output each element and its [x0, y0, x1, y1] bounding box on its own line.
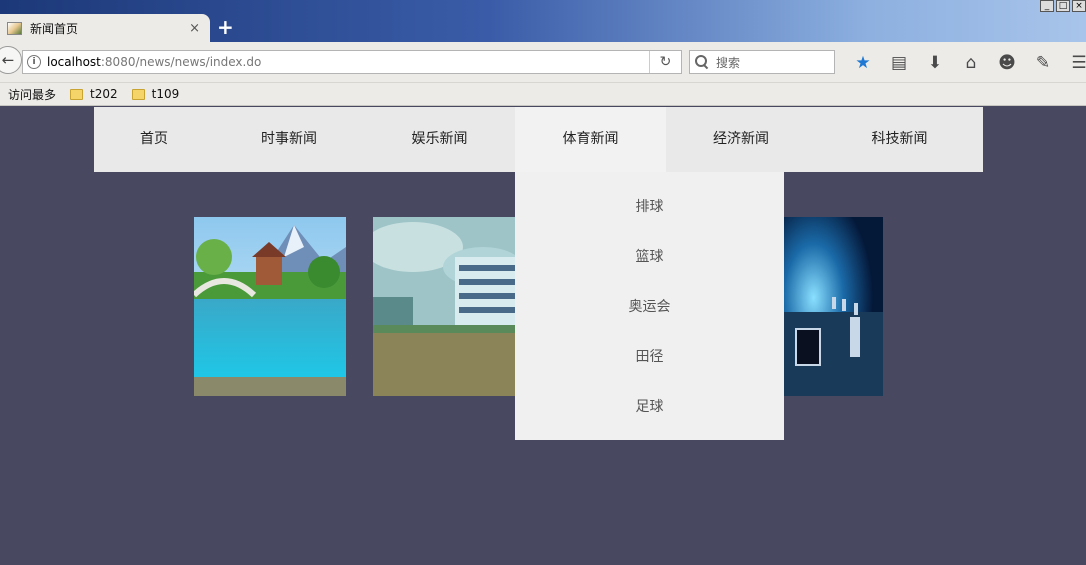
url-path: :8080/news/news/index.do — [100, 55, 262, 69]
emoji-icon[interactable]: ☻ — [989, 52, 1025, 74]
bookmark-most-visited[interactable]: 访问最多 — [8, 86, 56, 103]
sports-submenu: 排球 篮球 奥运会 田径 足球 — [515, 172, 784, 440]
page-favicon-icon — [7, 21, 22, 35]
title-bar: 新闻首页 × + _ □ × — [0, 0, 1086, 42]
search-bar[interactable]: 搜索 — [689, 50, 835, 74]
nav-sports[interactable]: 体育新闻 — [515, 107, 666, 172]
nav-entertainment[interactable]: 娱乐新闻 — [364, 107, 515, 172]
bookmark-label: t109 — [151, 87, 180, 101]
download-icon[interactable]: ⬇ — [917, 52, 953, 74]
bookmark-folder-t202[interactable]: t202 — [70, 87, 118, 101]
submenu-athletics[interactable]: 田径 — [515, 332, 784, 382]
nav-economy[interactable]: 经济新闻 — [666, 107, 816, 172]
bookmark-folder-t109[interactable]: t109 — [131, 87, 180, 101]
url-text[interactable]: localhost:8080/news/news/index.do — [47, 55, 649, 69]
back-arrow-icon: ← — [1, 51, 15, 69]
tab-title: 新闻首页 — [30, 21, 79, 36]
nav-home[interactable]: 首页 — [94, 107, 214, 172]
main-nav-menu: 首页 时事新闻 娱乐新闻 体育新闻 经济新闻 科技新闻 — [94, 107, 983, 172]
url-host: localhost — [47, 55, 101, 69]
url-bar[interactable]: i localhost:8080/news/news/index.do ↻ — [22, 50, 682, 74]
tab-close-icon[interactable]: × — [189, 21, 200, 36]
search-placeholder: 搜索 — [716, 55, 741, 70]
home-icon[interactable]: ⌂ — [953, 52, 989, 74]
tech-network-image[interactable] — [784, 217, 883, 396]
reading-list-icon[interactable]: ▤ — [881, 52, 917, 74]
submenu-football[interactable]: 足球 — [515, 382, 784, 432]
lake-bridge-image[interactable] — [194, 217, 346, 396]
browser-tab[interactable]: 新闻首页 × — [0, 14, 210, 42]
new-tab-button[interactable]: + — [217, 16, 234, 38]
menu-icon[interactable]: ☰ — [1061, 52, 1086, 74]
bookmark-label: t202 — [90, 87, 118, 101]
maximize-icon[interactable]: □ — [1056, 0, 1070, 12]
window-controls: _ □ × — [1038, 0, 1086, 12]
submenu-volleyball[interactable]: 排球 — [515, 182, 784, 232]
reload-icon[interactable]: ↻ — [649, 51, 681, 73]
nav-technology[interactable]: 科技新闻 — [816, 107, 983, 172]
toolbar-icons: ★ ▤ ⬇ ⌂ ☻ ✎ ☰ — [845, 52, 1086, 74]
school-building-image[interactable] — [373, 217, 515, 396]
back-button[interactable]: ← — [0, 46, 22, 74]
nav-current-affairs[interactable]: 时事新闻 — [214, 107, 364, 172]
close-window-icon[interactable]: × — [1072, 0, 1086, 12]
navigation-toolbar: ← i localhost:8080/news/news/index.do ↻ … — [0, 42, 1086, 83]
search-icon — [695, 55, 709, 69]
site-info-icon[interactable]: i — [27, 55, 41, 69]
submenu-basketball[interactable]: 篮球 — [515, 232, 784, 282]
bookmark-star-icon[interactable]: ★ — [845, 52, 881, 74]
submenu-olympics[interactable]: 奥运会 — [515, 282, 784, 332]
folder-icon — [70, 88, 84, 100]
bookmarks-bar: 访问最多 t202 t109 — [0, 83, 1086, 106]
folder-icon — [131, 88, 145, 100]
wrench-icon[interactable]: ✎ — [1025, 52, 1061, 74]
minimize-icon[interactable]: _ — [1040, 0, 1054, 12]
